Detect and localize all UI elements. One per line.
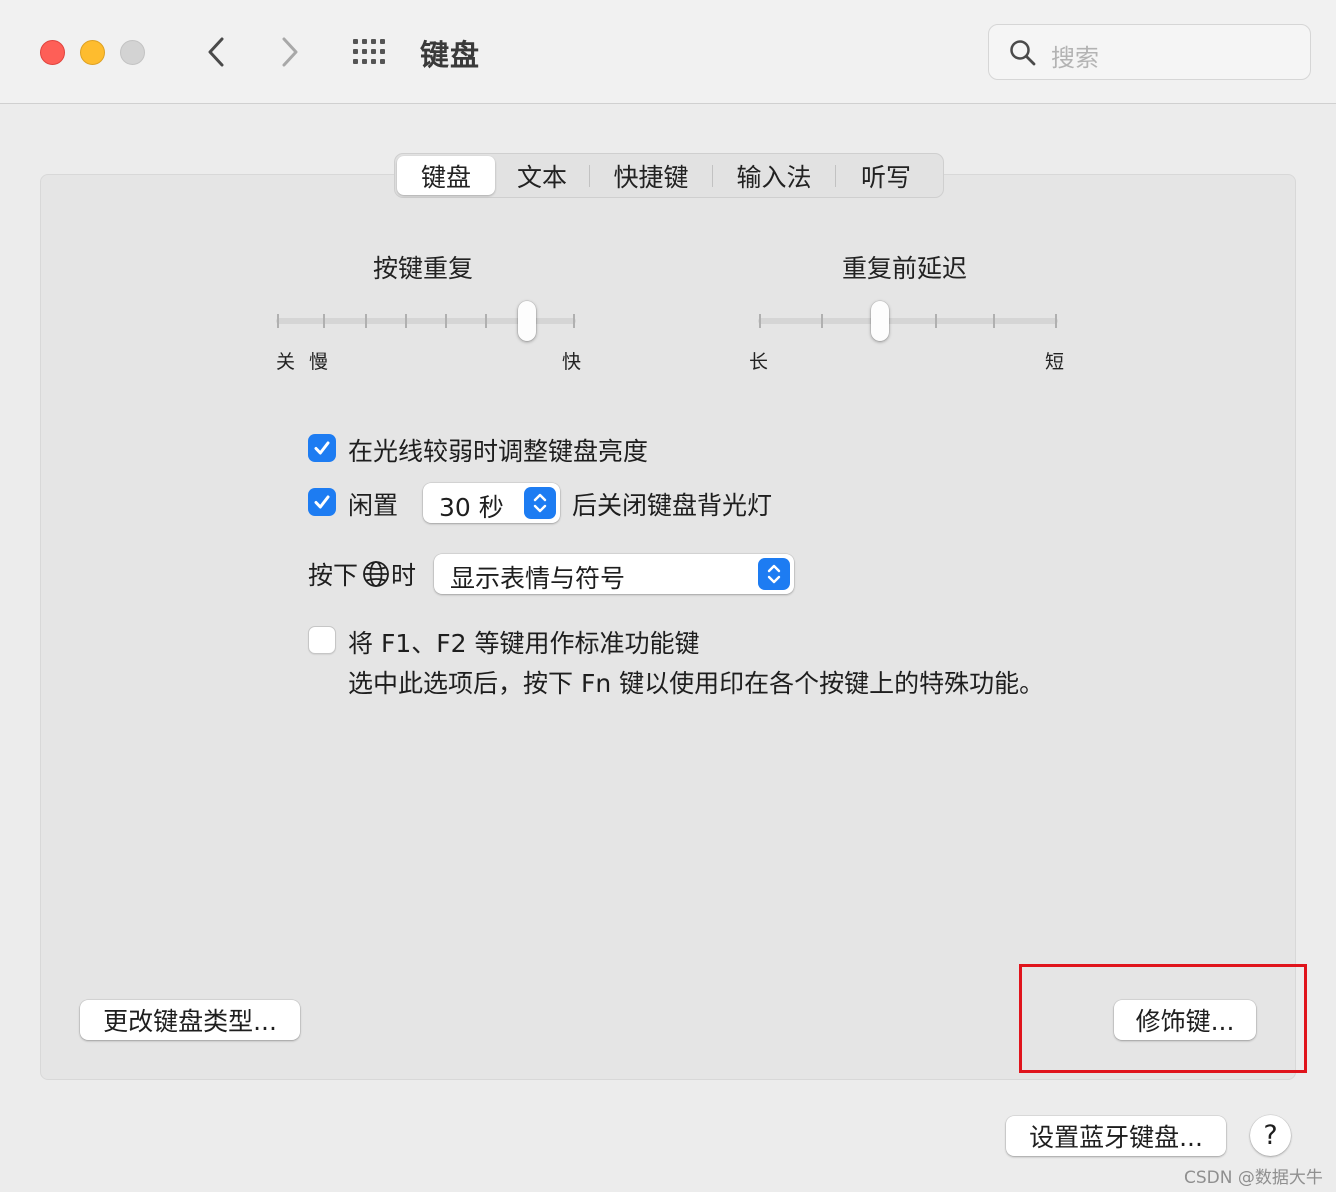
backlight-off-suffix: 后关闭键盘背光灯 bbox=[572, 491, 773, 520]
search-field[interactable]: 搜索 bbox=[988, 24, 1311, 80]
help-button[interactable]: ? bbox=[1250, 1115, 1291, 1156]
change-keyboard-type-button[interactable]: 更改键盘类型... bbox=[80, 1000, 300, 1040]
popup-arrows-icon bbox=[758, 558, 790, 590]
repeat-delay-long-label: 长 bbox=[749, 351, 769, 373]
key-repeat-slow-label: 慢 bbox=[309, 351, 329, 373]
repeat-delay-label: 重复前延迟 bbox=[842, 254, 968, 283]
search-icon bbox=[1010, 40, 1036, 66]
backlight-off-checkbox[interactable] bbox=[308, 488, 336, 516]
slider-tick bbox=[485, 314, 487, 328]
fn-keys-label[interactable]: 将 F1、F2 等键用作标准功能键 bbox=[348, 624, 699, 660]
slider-tick bbox=[365, 314, 367, 328]
adjust-brightness-checkbox[interactable] bbox=[308, 434, 336, 462]
annotation-highlight-box bbox=[1019, 964, 1307, 1073]
key-repeat-fast-label: 快 bbox=[562, 351, 582, 373]
chevron-right-icon bbox=[282, 37, 298, 67]
globe-key-action-value: 显示表情与符号 bbox=[450, 564, 626, 593]
tab-shortcuts[interactable]: 快捷键 bbox=[590, 156, 712, 195]
checkmark-icon bbox=[314, 441, 330, 455]
tab-dictation[interactable]: 听写 bbox=[836, 156, 936, 195]
slider-tick bbox=[277, 314, 279, 328]
slider-tick bbox=[759, 314, 761, 328]
setup-bluetooth-keyboard-button[interactable]: 设置蓝牙键盘... bbox=[1006, 1116, 1226, 1156]
toolbar: 键盘 搜索 bbox=[0, 0, 1336, 104]
backlight-timeout-value: 30 秒 bbox=[439, 493, 504, 522]
backlight-off-prefix: 闲置 bbox=[348, 491, 399, 520]
show-all-button[interactable] bbox=[350, 36, 392, 68]
slider-tick bbox=[445, 314, 447, 328]
slider-tick bbox=[935, 314, 937, 328]
forward-button[interactable] bbox=[270, 30, 310, 74]
tab-bar: 键盘 文本 快捷键 输入法 听写 bbox=[394, 153, 944, 198]
window-title: 键盘 bbox=[420, 38, 481, 72]
keyboard-preferences-window: 键盘 搜索 键盘 文本 快捷键 输入法 听写 按键重复 关 慢 快 重复前延迟 … bbox=[0, 0, 1336, 1192]
slider-tick bbox=[993, 314, 995, 328]
key-repeat-label: 按键重复 bbox=[373, 254, 474, 283]
globe-key-action-popup[interactable]: 显示表情与符号 bbox=[434, 554, 794, 594]
slider-tick bbox=[821, 314, 823, 328]
slider-tick bbox=[1055, 314, 1057, 328]
close-window-button[interactable] bbox=[40, 40, 65, 65]
repeat-delay-track bbox=[758, 318, 1058, 324]
globe-icon bbox=[363, 561, 389, 587]
zoom-window-button[interactable] bbox=[120, 40, 145, 65]
adjust-brightness-label[interactable]: 在光线较弱时调整键盘亮度 bbox=[348, 432, 648, 468]
repeat-delay-short-label: 短 bbox=[1045, 351, 1065, 373]
minimize-window-button[interactable] bbox=[80, 40, 105, 65]
repeat-delay-thumb[interactable] bbox=[871, 301, 889, 341]
search-placeholder: 搜索 bbox=[1051, 44, 1099, 72]
watermark: CSDN @数据大牛 bbox=[1184, 1168, 1323, 1188]
key-repeat-thumb[interactable] bbox=[518, 301, 536, 341]
tab-text[interactable]: 文本 bbox=[495, 156, 589, 195]
slider-tick bbox=[405, 314, 407, 328]
chevron-left-icon bbox=[208, 37, 224, 67]
fn-keys-description: 选中此选项后，按下 Fn 键以使用印在各个按键上的特殊功能。 bbox=[348, 669, 1045, 698]
tab-keyboard[interactable]: 键盘 bbox=[397, 156, 495, 195]
globe-key-label-before: 按下 bbox=[308, 561, 359, 590]
fn-keys-checkbox[interactable] bbox=[308, 626, 336, 654]
back-button[interactable] bbox=[196, 30, 236, 74]
key-repeat-off-label: 关 bbox=[276, 351, 296, 373]
backlight-timeout-popup[interactable]: 30 秒 bbox=[423, 483, 560, 523]
grid-icon bbox=[353, 39, 385, 64]
tab-input-sources[interactable]: 输入法 bbox=[713, 156, 835, 195]
popup-arrows-icon bbox=[524, 487, 556, 519]
checkmark-icon bbox=[314, 495, 330, 509]
slider-tick bbox=[573, 314, 575, 328]
slider-tick bbox=[323, 314, 325, 328]
globe-key-label-after: 时 bbox=[391, 561, 417, 590]
